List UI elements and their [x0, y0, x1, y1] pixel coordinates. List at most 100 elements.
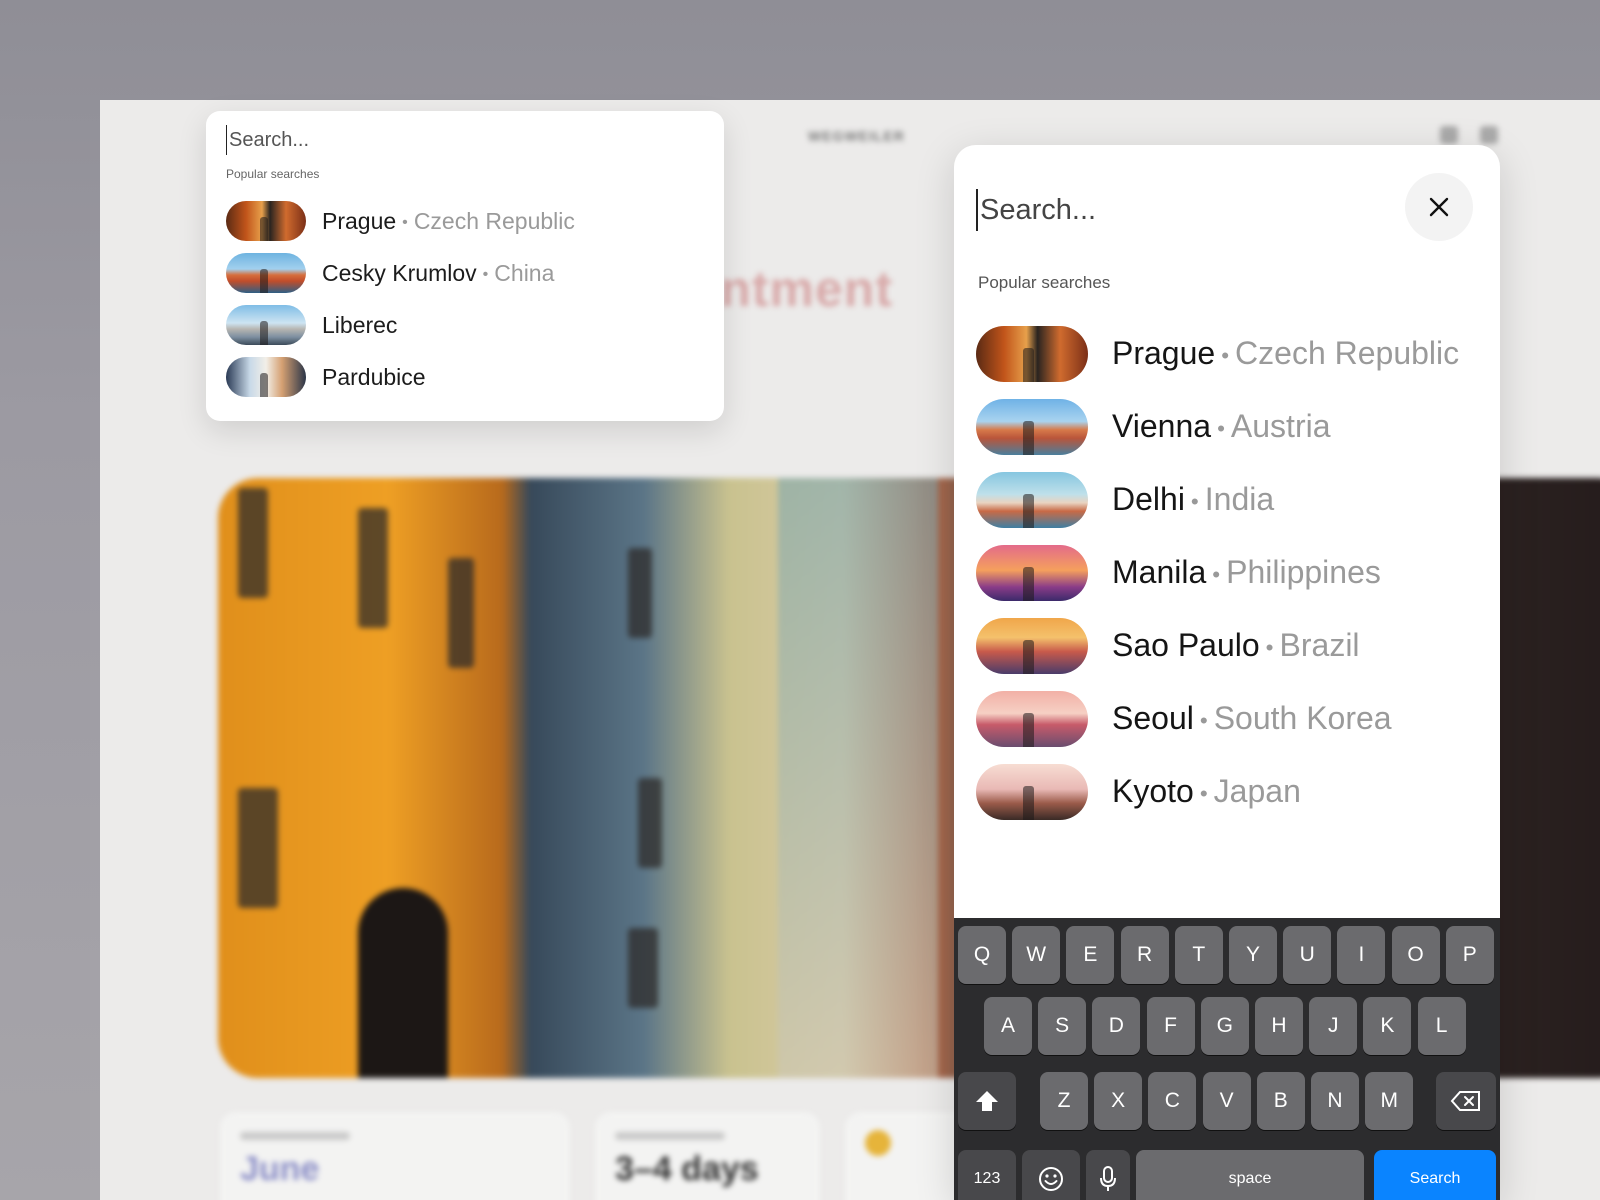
search-result-cesky-krumlov[interactable]: Cesky Krumlov • China: [226, 247, 575, 299]
key-u[interactable]: U: [1283, 926, 1332, 984]
close-icon: [1429, 197, 1449, 217]
key-c[interactable]: C: [1148, 1072, 1197, 1130]
search-input[interactable]: [976, 189, 1356, 231]
search-result-prague[interactable]: Prague • Czech Republic: [976, 317, 1459, 390]
city-thumbnail: [976, 763, 1088, 820]
key-p[interactable]: P: [1445, 926, 1494, 984]
key-q[interactable]: Q: [958, 926, 1006, 984]
key-y[interactable]: Y: [1229, 926, 1277, 984]
city-thumbnail: [976, 325, 1088, 382]
close-button[interactable]: [1405, 173, 1473, 241]
country-name: Japan: [1213, 773, 1301, 809]
shift-key[interactable]: [958, 1072, 1016, 1130]
key-s[interactable]: S: [1038, 997, 1087, 1055]
city-name: Seoul: [1112, 700, 1194, 736]
on-screen-keyboard: QWERTYUIOP ASDFGHJKL ZXCVBNM 123 space S…: [954, 918, 1500, 1200]
search-result-prague[interactable]: Prague • Czech Republic: [226, 195, 575, 247]
key-d[interactable]: D: [1092, 997, 1141, 1055]
search-result-kyoto[interactable]: Kyoto • Japan: [976, 755, 1459, 828]
result-label: Seoul • South Korea: [1112, 700, 1392, 737]
key-i[interactable]: I: [1337, 926, 1386, 984]
backspace-key[interactable]: [1436, 1072, 1496, 1130]
result-label: Cesky Krumlov • China: [322, 260, 554, 287]
result-label: Liberec: [322, 312, 397, 339]
separator-dot: •: [1265, 634, 1274, 660]
key-g[interactable]: G: [1200, 997, 1249, 1055]
separator-dot: •: [1199, 780, 1208, 806]
result-label: Sao Paulo • Brazil: [1112, 627, 1360, 664]
key-z[interactable]: Z: [1040, 1072, 1088, 1130]
key-k[interactable]: K: [1363, 997, 1412, 1055]
result-label: Manila • Philippines: [1112, 554, 1381, 591]
city-thumbnail: [226, 201, 306, 241]
city-name: Pardubice: [322, 363, 426, 390]
key-o[interactable]: O: [1391, 926, 1440, 984]
separator-dot: •: [482, 264, 489, 283]
space-key[interactable]: space: [1136, 1150, 1364, 1200]
separator-dot: •: [1217, 415, 1225, 441]
search-result-liberec[interactable]: Liberec: [226, 299, 575, 351]
emoji-key[interactable]: [1022, 1150, 1080, 1200]
city-thumbnail: [976, 471, 1088, 528]
search-result-seoul[interactable]: Seoul • South Korea: [976, 682, 1459, 755]
country-name: Austria: [1230, 408, 1331, 444]
separator-dot: •: [1212, 561, 1221, 587]
city-thumbnail: [226, 305, 306, 345]
key-w[interactable]: W: [1012, 926, 1061, 984]
city-thumbnail: [976, 690, 1088, 747]
key-t[interactable]: T: [1174, 926, 1223, 984]
search-result-pardubice[interactable]: Pardubice: [226, 351, 575, 403]
city-thumbnail: [226, 253, 306, 293]
city-name: Cesky Krumlov: [322, 259, 477, 286]
key-l[interactable]: L: [1417, 997, 1466, 1055]
city-name: Manila: [1112, 554, 1207, 590]
city-thumbnail: [976, 617, 1088, 674]
country-name: India: [1204, 481, 1275, 517]
city-name: Liberec: [322, 311, 398, 338]
section-title: Popular searches: [978, 273, 1111, 292]
country-name: China: [494, 259, 555, 286]
separator-dot: •: [1199, 707, 1208, 733]
country-name: South Korea: [1213, 700, 1392, 736]
key-m[interactable]: M: [1365, 1072, 1414, 1130]
key-b[interactable]: B: [1256, 1072, 1305, 1130]
city-thumbnail: [226, 357, 306, 397]
city-thumbnail: [976, 398, 1088, 455]
microphone-key[interactable]: [1086, 1150, 1130, 1200]
search-result-vienna[interactable]: Vienna • Austria: [976, 390, 1459, 463]
search-result-manila[interactable]: Manila • Philippines: [976, 536, 1459, 609]
backspace-icon: [1450, 1091, 1480, 1111]
popular-searches-list: Prague • Czech Republic Vienna • Austria Delhi…: [976, 317, 1459, 828]
separator-dot: •: [1190, 488, 1199, 514]
key-x[interactable]: X: [1094, 1072, 1143, 1130]
info-card-month: June: [220, 1112, 570, 1200]
key-n[interactable]: N: [1311, 1072, 1359, 1130]
key-v[interactable]: V: [1202, 1072, 1251, 1130]
result-label: Prague • Czech Republic: [322, 208, 575, 235]
result-label: Pardubice: [322, 364, 426, 391]
search-result-sao-paulo[interactable]: Sao Paulo • Brazil: [976, 609, 1459, 682]
twitter-icon: [1480, 126, 1498, 144]
result-label: Kyoto • Japan: [1112, 773, 1301, 810]
city-name: Prague: [322, 207, 397, 234]
city-name: Delhi: [1112, 481, 1185, 517]
search-input[interactable]: [226, 125, 696, 155]
key-j[interactable]: J: [1309, 997, 1358, 1055]
search-result-delhi[interactable]: Delhi • India: [976, 463, 1459, 536]
key-f[interactable]: F: [1146, 997, 1195, 1055]
section-title: Popular searches: [226, 167, 320, 181]
key-r[interactable]: R: [1120, 926, 1169, 984]
country-name: Brazil: [1279, 627, 1360, 663]
key-e[interactable]: E: [1066, 926, 1115, 984]
separator-dot: •: [1221, 342, 1230, 368]
numbers-key[interactable]: 123: [958, 1150, 1016, 1200]
search-panel: Popular searches Prague•Czech Republic Vi…: [954, 145, 1500, 1200]
key-h[interactable]: H: [1255, 997, 1303, 1055]
key-a[interactable]: A: [984, 997, 1032, 1055]
city-name: Vienna: [1112, 408, 1212, 444]
search-key[interactable]: Search: [1374, 1150, 1496, 1200]
city-name: Kyoto: [1112, 773, 1194, 809]
result-label: Prague • Czech Republic: [1112, 335, 1459, 372]
shift-icon: [976, 1091, 998, 1111]
result-label: Vienna • Austria: [1112, 408, 1331, 445]
